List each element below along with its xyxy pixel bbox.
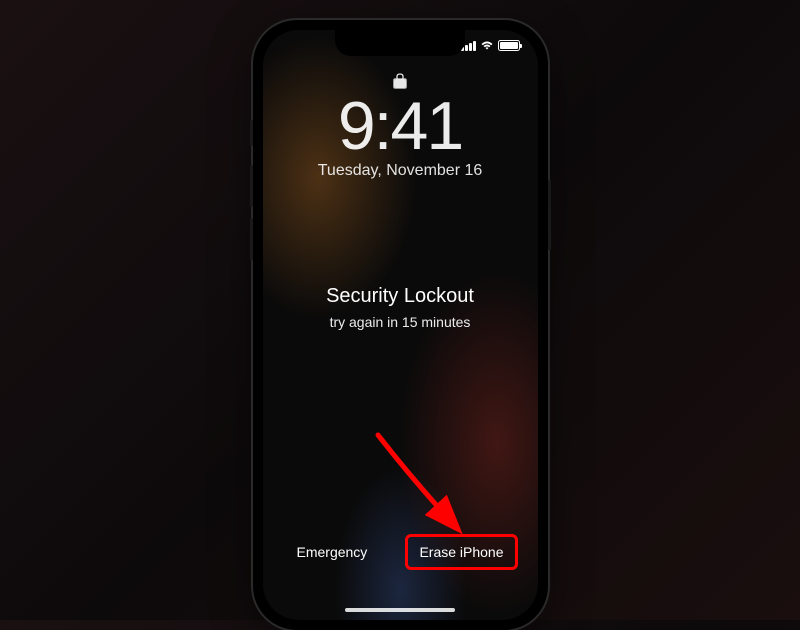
annotation-arrow-icon xyxy=(368,425,478,545)
power-button xyxy=(548,180,551,250)
lockout-subtitle: try again in 15 minutes xyxy=(263,314,538,330)
volume-down-button xyxy=(250,218,253,260)
notch xyxy=(335,30,465,56)
battery-icon xyxy=(498,40,520,51)
wifi-icon xyxy=(480,40,494,51)
status-bar xyxy=(461,40,520,51)
phone-screen: 9:41 Tuesday, November 16 Security Locko… xyxy=(263,30,538,620)
bottom-button-row: Emergency Erase iPhone xyxy=(263,538,538,566)
silence-switch xyxy=(250,120,253,146)
time-display: 9:41 Tuesday, November 16 xyxy=(263,92,538,180)
lockout-message: Security Lockout try again in 15 minutes xyxy=(263,285,538,330)
erase-iphone-label: Erase iPhone xyxy=(419,544,503,560)
home-indicator[interactable] xyxy=(345,608,455,612)
volume-up-button xyxy=(250,165,253,207)
emergency-button[interactable]: Emergency xyxy=(289,538,376,566)
phone-frame: 9:41 Tuesday, November 16 Security Locko… xyxy=(253,20,548,630)
lockout-title: Security Lockout xyxy=(263,285,538,308)
erase-iphone-button[interactable]: Erase iPhone xyxy=(411,538,511,566)
clock-time: 9:41 xyxy=(263,92,538,160)
clock-date: Tuesday, November 16 xyxy=(263,162,538,180)
